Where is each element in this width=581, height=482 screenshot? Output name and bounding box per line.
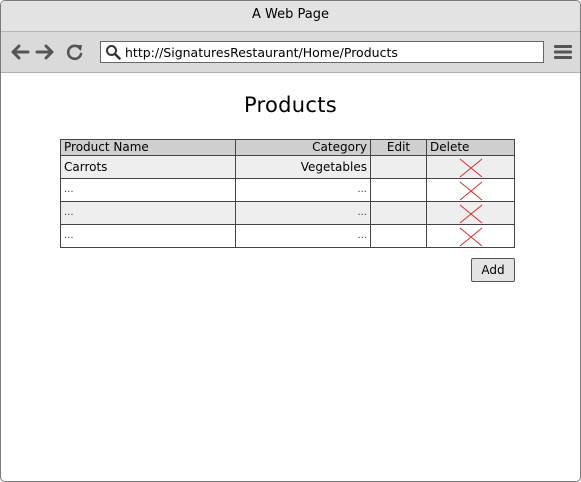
cell-edit[interactable] xyxy=(370,155,427,179)
table-row[interactable]: Carrots Vegetables xyxy=(60,155,515,179)
cell-product-name: ... xyxy=(60,224,236,248)
header-category[interactable]: Category xyxy=(235,139,371,156)
cell-category: ... xyxy=(235,178,371,202)
table-row[interactable]: ... ... xyxy=(60,178,515,202)
products-table: Product Name Category Edit Delete Carrot… xyxy=(60,139,515,248)
header-edit: Edit xyxy=(370,139,427,156)
delete-x-icon[interactable] xyxy=(459,204,483,224)
url-input[interactable] xyxy=(125,43,535,61)
browser-toolbar xyxy=(1,32,580,73)
delete-x-icon[interactable] xyxy=(459,181,483,201)
window-titlebar: A Web Page xyxy=(1,1,580,32)
arrow-right-icon xyxy=(35,44,54,60)
cell-product-name: ... xyxy=(60,178,236,202)
cell-edit[interactable] xyxy=(370,201,427,225)
cell-product-name: Carrots xyxy=(60,155,236,179)
header-product-name[interactable]: Product Name xyxy=(60,139,236,156)
back-button[interactable] xyxy=(10,43,30,61)
browser-window: A Web Page http://SignaturesRestaurant/H… xyxy=(0,0,581,482)
window-title: A Web Page xyxy=(252,7,329,22)
search-icon xyxy=(106,45,121,60)
menu-button[interactable] xyxy=(554,44,572,60)
table-header-row: Product Name Category Edit Delete xyxy=(60,139,515,156)
forward-button[interactable] xyxy=(35,43,55,61)
cell-category: ... xyxy=(235,201,371,225)
cell-delete xyxy=(426,155,515,179)
cell-product-name: ... xyxy=(60,201,236,225)
page-title: Products xyxy=(243,93,338,117)
add-product-button[interactable]: Add xyxy=(471,258,515,282)
cell-edit[interactable] xyxy=(370,178,427,202)
table-row[interactable]: ... ... xyxy=(60,201,515,225)
cell-delete xyxy=(426,201,515,225)
hamburger-menu-icon xyxy=(554,45,572,59)
delete-x-icon[interactable] xyxy=(459,227,483,247)
cell-edit[interactable] xyxy=(370,224,427,248)
cell-category: ... xyxy=(235,224,371,248)
cell-delete xyxy=(426,224,515,248)
cell-category: Vegetables xyxy=(235,155,371,179)
delete-x-icon[interactable] xyxy=(459,158,483,178)
arrow-left-icon xyxy=(11,44,30,60)
address-bar[interactable] xyxy=(100,41,544,63)
cell-delete xyxy=(426,178,515,202)
reload-button[interactable] xyxy=(65,43,85,61)
table-row[interactable]: ... ... xyxy=(60,224,515,248)
reload-icon xyxy=(66,44,83,61)
header-delete: Delete xyxy=(426,139,515,156)
